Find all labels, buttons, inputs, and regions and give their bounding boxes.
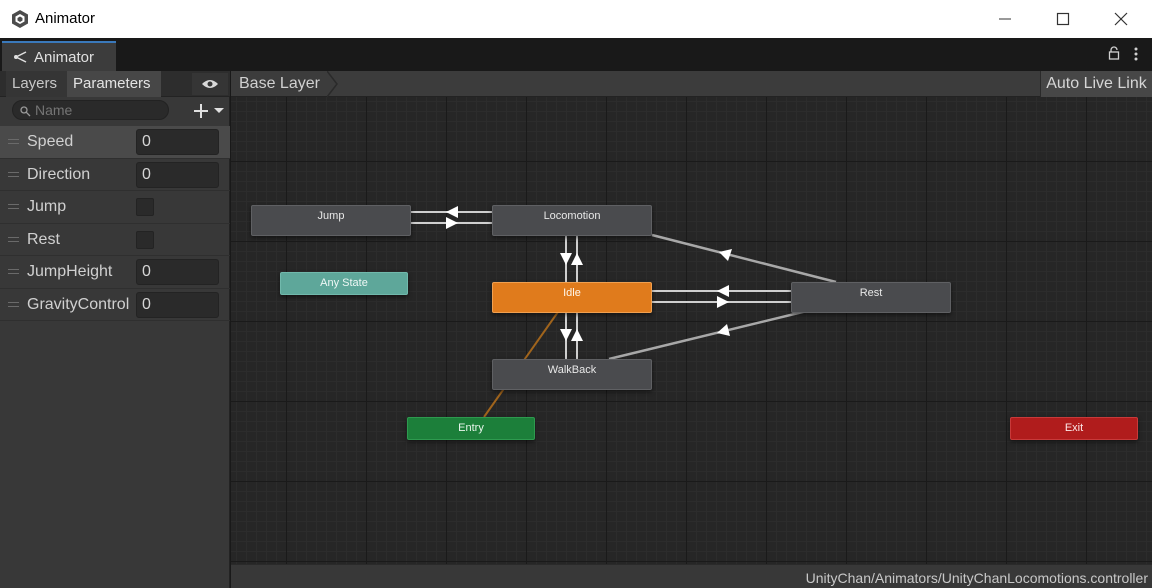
drag-handle-icon[interactable]: [8, 269, 19, 274]
state-walkback[interactable]: WalkBack: [492, 359, 652, 390]
parameter-checkbox[interactable]: [136, 230, 154, 249]
parameter-list: Speed 0 Direction 0 Jump Rest JumpHeight…: [0, 126, 230, 321]
state-machine-graph[interactable]: Jump Locomotion Any State Idle Rest Walk…: [231, 97, 1152, 564]
state-locomotion[interactable]: Locomotion: [492, 205, 652, 236]
search-input[interactable]: [35, 101, 165, 119]
unity-logo-icon: [12, 10, 28, 28]
panel-tabs: Layers Parameters: [0, 71, 230, 97]
state-idle[interactable]: Idle: [492, 282, 652, 313]
drag-handle-icon[interactable]: [8, 171, 19, 177]
more-options-icon[interactable]: [1131, 46, 1141, 62]
minimize-button[interactable]: [976, 0, 1034, 38]
close-icon: [1114, 12, 1128, 26]
state-entry[interactable]: Entry: [407, 417, 535, 440]
status-bar: UnityChan/Animators/UnityChanLocomotions…: [231, 564, 1152, 588]
minimize-icon: [999, 18, 1011, 20]
state-jump[interactable]: Jump: [251, 205, 411, 236]
close-button[interactable]: [1092, 0, 1150, 38]
tab-label: Animator: [34, 49, 95, 66]
search-icon: [20, 106, 31, 117]
drag-handle-icon[interactable]: [8, 139, 19, 144]
parameter-value-field[interactable]: 0: [136, 161, 219, 188]
lock-icon[interactable]: [1108, 46, 1120, 60]
arrow-locomotion-idle: [560, 253, 572, 265]
arrow-locomotion-jump: [446, 206, 458, 218]
parameter-name: Speed: [27, 133, 74, 150]
transition-walkback-rest[interactable]: [608, 308, 812, 361]
parameter-value-field[interactable]: 0: [136, 129, 219, 155]
state-exit[interactable]: Exit: [1010, 417, 1138, 440]
arrow-idle-locomotion: [571, 253, 583, 265]
parameter-name: Rest: [27, 230, 60, 248]
graph-toolbar: Base Layer Auto Live Link: [231, 71, 1152, 97]
transition-edges: [411, 206, 837, 418]
maximize-button[interactable]: [1034, 0, 1092, 38]
arrow-idle-walkback: [571, 329, 583, 341]
maximize-icon: [1056, 12, 1070, 26]
drag-handle-icon[interactable]: [8, 204, 19, 209]
state-any-state[interactable]: Any State: [280, 272, 408, 295]
tab-animator[interactable]: Animator: [2, 41, 116, 71]
parameter-value-field[interactable]: 0: [136, 291, 219, 318]
tab-parameters[interactable]: Parameters: [67, 71, 161, 97]
parameter-value-field[interactable]: 0: [136, 259, 219, 285]
arrow-walkback-rest: [717, 324, 730, 336]
parameter-row-rest[interactable]: Rest: [0, 224, 230, 256]
arrow-jump-locomotion: [446, 217, 458, 229]
add-parameter-icon[interactable]: [192, 102, 226, 120]
eye-icon[interactable]: [192, 73, 228, 95]
controller-path: UnityChan/Animators/UnityChanLocomotions…: [805, 570, 1148, 586]
parameter-name: Jump: [27, 198, 67, 215]
parameter-name: Direction: [27, 165, 91, 183]
parameter-row-jumpheight[interactable]: JumpHeight 0: [0, 256, 230, 289]
title-bar: Animator: [0, 0, 1152, 38]
parameter-row-speed[interactable]: Speed 0: [0, 126, 230, 159]
transition-rest-locomotion[interactable]: [651, 233, 837, 284]
state-rest[interactable]: Rest: [791, 282, 951, 313]
parameter-checkbox[interactable]: [136, 198, 154, 216]
animator-icon: [14, 51, 27, 63]
breadcrumb-arrow-icon: [327, 71, 338, 97]
tab-layers[interactable]: Layers: [6, 71, 67, 97]
arrow-rest-idle: [717, 285, 729, 297]
parameter-row-direction[interactable]: Direction 0: [0, 159, 230, 191]
parameter-name: GravityControl: [27, 295, 130, 313]
parameter-row-gravitycontrol[interactable]: GravityControl 0: [0, 289, 230, 321]
parameters-panel: Layers Parameters Speed 0 Direction 0: [0, 71, 230, 588]
parameter-row-jump[interactable]: Jump: [0, 191, 230, 224]
auto-live-link-button[interactable]: Auto Live Link: [1040, 71, 1152, 97]
drag-handle-icon[interactable]: [8, 301, 19, 307]
drag-handle-icon[interactable]: [8, 236, 19, 242]
breadcrumb-base-layer[interactable]: Base Layer: [231, 71, 336, 97]
arrow-walkback-idle: [560, 329, 572, 341]
parameter-search[interactable]: [12, 100, 169, 120]
parameter-name: JumpHeight: [27, 263, 113, 280]
editor-tab-strip: Animator: [0, 38, 1152, 71]
arrow-idle-rest: [717, 296, 729, 308]
window-title: Animator: [35, 10, 96, 27]
